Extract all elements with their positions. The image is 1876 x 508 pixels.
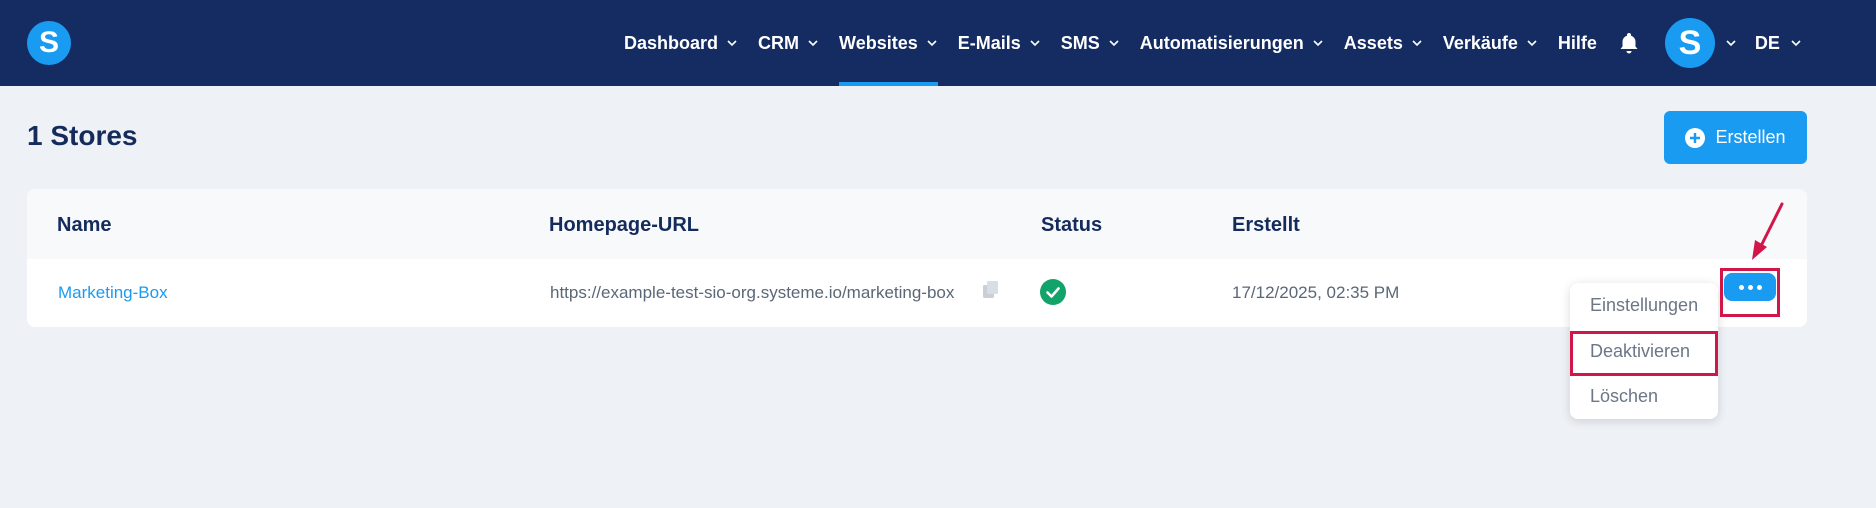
chevron-down-icon	[927, 40, 937, 47]
create-button-label: Erstellen	[1715, 127, 1786, 147]
menu-item-loeschen[interactable]: Löschen	[1590, 386, 1658, 407]
nav-dashboard[interactable]: Dashboard	[624, 0, 738, 86]
highlight-more-button	[1720, 268, 1780, 317]
user-menu[interactable]: S	[1664, 18, 1737, 68]
nav-label: Websites	[839, 32, 918, 53]
avatar: S	[1664, 18, 1715, 68]
nav-label: Hilfe	[1557, 32, 1597, 53]
nav-emails[interactable]: E-Mails	[958, 0, 1041, 86]
nav-assets[interactable]: Assets	[1344, 0, 1423, 86]
nav-verkaeufe[interactable]: Verkäufe	[1443, 0, 1538, 86]
stores-table: Name Homepage-URL Status Erstellt Market…	[27, 189, 1807, 327]
highlight-deaktivieren	[1570, 331, 1718, 376]
create-store-button[interactable]: Erstellen	[1664, 111, 1807, 164]
nav-sms[interactable]: SMS	[1061, 0, 1120, 86]
main-nav: Dashboard CRM Websites E-Mails SMS Autom…	[624, 0, 1802, 86]
nav-label: Automatisierungen	[1139, 32, 1304, 53]
chevron-down-icon	[1030, 40, 1040, 47]
language-label: DE	[1754, 32, 1780, 53]
nav-label: E-Mails	[957, 32, 1021, 53]
nav-crm[interactable]: CRM	[758, 0, 819, 86]
column-header-status: Status	[1041, 214, 1103, 236]
bell-icon[interactable]	[1617, 31, 1641, 55]
column-header-url: Homepage-URL	[549, 214, 700, 236]
nav-hilfe[interactable]: Hilfe	[1558, 0, 1597, 86]
annotation-arrow-icon	[1752, 202, 1784, 260]
menu-item-einstellungen[interactable]: Einstellungen	[1590, 295, 1698, 316]
page-title: 1 Stores	[27, 120, 138, 151]
store-name-link[interactable]: Marketing-Box	[58, 283, 168, 303]
chevron-down-icon	[1726, 40, 1736, 47]
nav-automatisierungen[interactable]: Automatisierungen	[1140, 0, 1324, 86]
nav-websites[interactable]: Websites	[839, 0, 938, 86]
nav-label: Dashboard	[624, 32, 719, 53]
status-active-icon	[1040, 279, 1066, 305]
column-header-created: Erstellt	[1232, 214, 1300, 236]
chevron-down-icon	[808, 40, 818, 47]
nav-label: Assets	[1343, 32, 1403, 53]
chevron-down-icon	[727, 40, 737, 47]
app-logo[interactable]: S	[27, 21, 71, 65]
chevron-down-icon	[1527, 40, 1537, 47]
table-row: Marketing-Box https://example-test-sio-o…	[27, 259, 1807, 327]
column-header-name: Name	[57, 214, 112, 236]
chevron-down-icon	[1313, 40, 1323, 47]
nav-label: Verkäufe	[1442, 32, 1518, 53]
homepage-url: https://example-test-sio-org.systeme.io/…	[550, 283, 955, 302]
created-date: 17/12/2025, 02:35 PM	[1232, 283, 1400, 302]
plus-circle-icon	[1685, 127, 1706, 148]
top-navbar: S Dashboard CRM Websites E-Mails SMS Aut…	[0, 0, 1876, 86]
chevron-down-icon	[1109, 40, 1119, 47]
nav-label: CRM	[758, 32, 800, 53]
table-header: Name Homepage-URL Status Erstellt	[27, 189, 1807, 259]
language-selector[interactable]: DE	[1755, 33, 1802, 54]
nav-label: SMS	[1060, 32, 1100, 53]
chevron-down-icon	[1412, 40, 1422, 47]
chevron-down-icon	[1791, 40, 1801, 47]
copy-icon[interactable]	[980, 279, 1002, 301]
